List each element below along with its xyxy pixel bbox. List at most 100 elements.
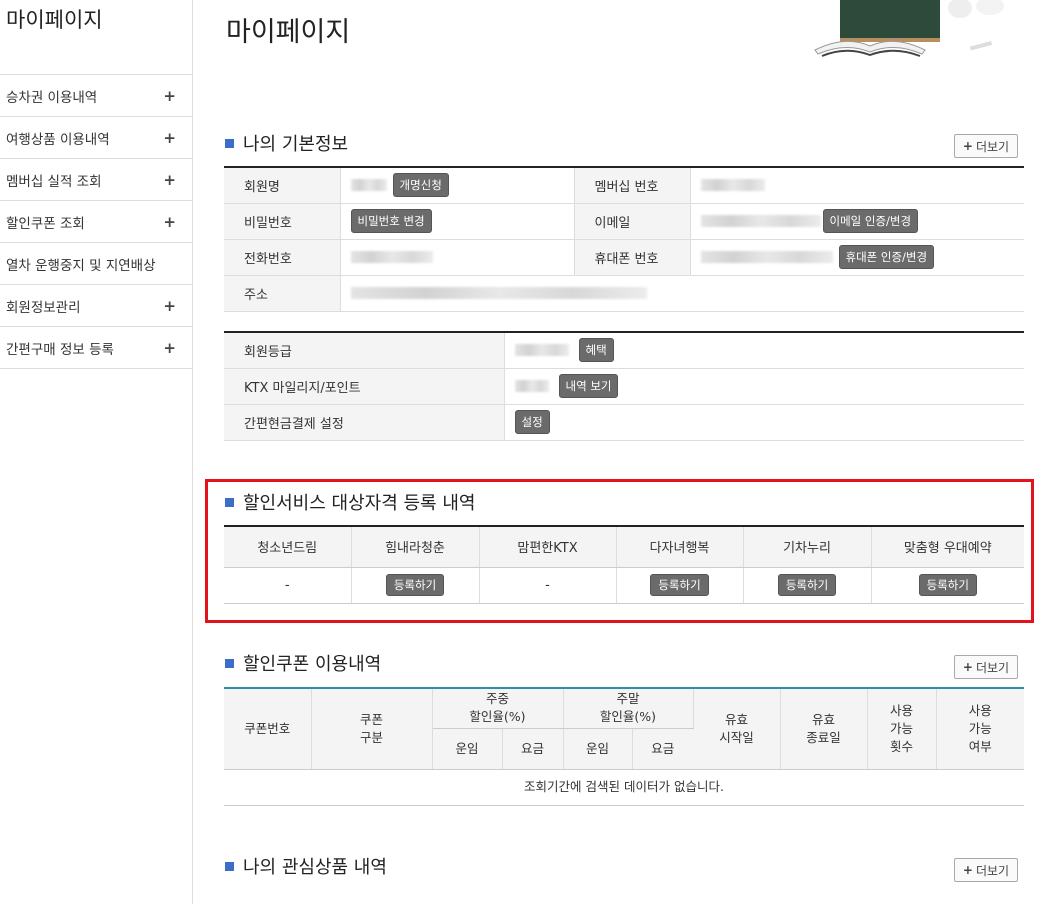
plus-icon[interactable]: +: [163, 339, 176, 357]
email-label: 이메일: [573, 203, 691, 240]
column-header: 기차누리: [743, 526, 872, 568]
phone-value: [340, 239, 574, 276]
chalk-shape: [969, 40, 993, 51]
column-header-valid-end: 유효 종료일: [780, 688, 868, 770]
header-text: 가능: [889, 720, 913, 736]
grade-label: 회원등급: [224, 332, 505, 369]
table-cell: 등록하기: [351, 567, 480, 604]
bullet-icon: [225, 861, 234, 871]
sidebar-item-label: 회원정보관리: [6, 299, 81, 316]
header-text: 여부: [968, 738, 992, 754]
rename-button[interactable]: 개명신청: [392, 173, 449, 198]
bullet-icon: [225, 497, 234, 507]
masked-value: [700, 179, 765, 192]
mileage-value: 내역 보기: [504, 368, 1024, 405]
table-row: KTX 마일리지/포인트 내역 보기: [224, 368, 1024, 405]
table-row: 회원명 개명신청 멤버십 번호: [224, 167, 1024, 204]
column-header-weekday: 주중 할인율(%): [432, 688, 564, 729]
header-text: 가능: [968, 720, 992, 736]
column-header-usable: 사용가능여부: [936, 688, 1024, 770]
header-text: 횟수: [889, 738, 913, 754]
column-header: 맞춤형 우대예약: [871, 526, 1024, 568]
benefit-button[interactable]: 혜택: [578, 338, 614, 363]
email-verify-button[interactable]: 이메일 인증/변경: [822, 209, 919, 233]
plus-icon[interactable]: +: [163, 87, 176, 105]
mobile-value: 휴대폰 인증/변경: [690, 239, 1024, 276]
section-title-coupon: 할인쿠폰 이용내역: [225, 650, 381, 676]
sidebar-item-label: 열차 운행중지 및 지연배상: [6, 257, 156, 274]
more-button-basic-info[interactable]: + 더보기: [954, 134, 1018, 158]
masked-value: [514, 344, 569, 357]
column-header-fare: 운임: [563, 728, 633, 770]
plus-icon[interactable]: +: [163, 297, 176, 315]
column-header: 다자녀행복: [616, 526, 744, 568]
sidebar-menu: 승차권 이용내역 + 여행상품 이용내역 + 멤버십 실적 조회 + 할인쿠폰 조회 +…: [0, 74, 192, 369]
mileage-label: KTX 마일리지/포인트: [224, 368, 505, 405]
table-header-row: 청소년드림 힘내라청춘 맘편한KTX 다자녀행복 기차누리 맞춤형 우대예약: [224, 526, 1024, 568]
more-label: 더보기: [975, 139, 1010, 154]
password-value: 비밀번호 변경: [340, 203, 574, 240]
header-text: 유효: [811, 711, 835, 727]
column-header-weekend: 주말 할인율(%): [563, 688, 694, 729]
plus-icon[interactable]: +: [163, 129, 176, 147]
header-text: 쿠폰: [359, 711, 383, 727]
page-title: 마이페이지: [226, 17, 351, 48]
cup-shape: [948, 0, 972, 18]
setting-button[interactable]: 설정: [514, 410, 550, 434]
change-password-button[interactable]: 비밀번호 변경: [350, 209, 432, 233]
table-row: 전화번호 휴대폰 번호 휴대폰 인증/변경: [224, 239, 1024, 276]
more-label: 더보기: [975, 863, 1010, 878]
more-button-coupon[interactable]: + 더보기: [954, 655, 1018, 679]
empty-message: 조회기간에 검색된 데이터가 없습니다.: [224, 769, 1024, 806]
discount-service-table: 청소년드림 힘내라청춘 맘편한KTX 다자녀행복 기차누리 맞춤형 우대예약 -…: [224, 525, 1024, 604]
column-header: 청소년드림: [224, 526, 352, 568]
sidebar-item-coupon[interactable]: 할인쿠폰 조회 +: [0, 201, 192, 243]
plus-icon[interactable]: +: [163, 171, 176, 189]
sidebar-item-label: 할인쿠폰 조회: [6, 215, 85, 232]
register-button[interactable]: 등록하기: [777, 574, 837, 596]
masked-value: [700, 251, 833, 263]
sidebar-item-member-info[interactable]: 회원정보관리 +: [0, 285, 192, 327]
register-button[interactable]: 등록하기: [650, 574, 709, 596]
sidebar-item-delay-compensation[interactable]: 열차 운행중지 및 지연배상: [0, 243, 192, 285]
sidebar-item-easy-purchase[interactable]: 간편구매 정보 등록 +: [0, 327, 192, 369]
grade-info-table: 회원등급 혜택 KTX 마일리지/포인트 내역 보기 간편현금결제 설정 설정: [224, 331, 1024, 441]
section-title-text: 할인쿠폰 이용내역: [243, 654, 382, 675]
member-name-label: 회원명: [224, 167, 341, 204]
cash-setting-value: 설정: [504, 404, 1024, 441]
bullet-icon: [225, 138, 234, 148]
cup-shape: [976, 0, 1004, 15]
column-header-fare: 운임: [432, 728, 503, 770]
register-button[interactable]: 등록하기: [385, 574, 445, 596]
section-title-text: 나의 관심상품 내역: [243, 857, 387, 878]
header-text: 사용: [968, 702, 992, 718]
sidebar-item-label: 멤버십 실적 조회: [6, 173, 102, 190]
table-cell: 등록하기: [871, 567, 1024, 604]
password-label: 비밀번호: [224, 203, 341, 240]
membership-no-value: [690, 167, 1024, 204]
cash-setting-label: 간편현금결제 설정: [224, 404, 505, 441]
header-text: 시작일: [719, 729, 754, 745]
sidebar: 마이페이지 승차권 이용내역 + 여행상품 이용내역 + 멤버십 실적 조회 + 할인…: [0, 0, 193, 904]
plus-icon[interactable]: +: [163, 213, 176, 231]
table-row: 비밀번호 비밀번호 변경 이메일 이메일 인증/변경: [224, 203, 1024, 240]
column-header-use-count: 사용 가능 횟수: [867, 688, 937, 770]
sidebar-item-ticket-history[interactable]: 승차권 이용내역 +: [0, 75, 192, 117]
header-text: 주말: [616, 691, 640, 707]
masked-value: [350, 179, 387, 192]
basic-info-table: 회원명 개명신청 멤버십 번호 비밀번호 비밀번호 변경 이메일 이메일 인증/…: [224, 166, 1024, 312]
view-history-button[interactable]: 내역 보기: [558, 374, 619, 398]
sidebar-item-travel-history[interactable]: 여행상품 이용내역 +: [0, 117, 192, 159]
header-text: 유효: [724, 711, 748, 727]
more-label: 더보기: [975, 660, 1010, 675]
mobile-verify-button[interactable]: 휴대폰 인증/변경: [838, 245, 935, 269]
sidebar-item-label: 간편구매 정보 등록: [6, 341, 114, 358]
sidebar-item-membership[interactable]: 멤버십 실적 조회 +: [0, 159, 192, 201]
register-button[interactable]: 등록하기: [918, 574, 977, 596]
column-header-coupon-type: 쿠폰 구분: [311, 688, 433, 770]
plus-icon: +: [962, 660, 973, 674]
phone-label: 전화번호: [224, 239, 341, 276]
more-button-interest[interactable]: + 더보기: [954, 858, 1018, 882]
column-header-valid-start: 유효시작일: [693, 688, 781, 770]
column-header-coupon-no: 쿠폰번호: [224, 688, 312, 770]
